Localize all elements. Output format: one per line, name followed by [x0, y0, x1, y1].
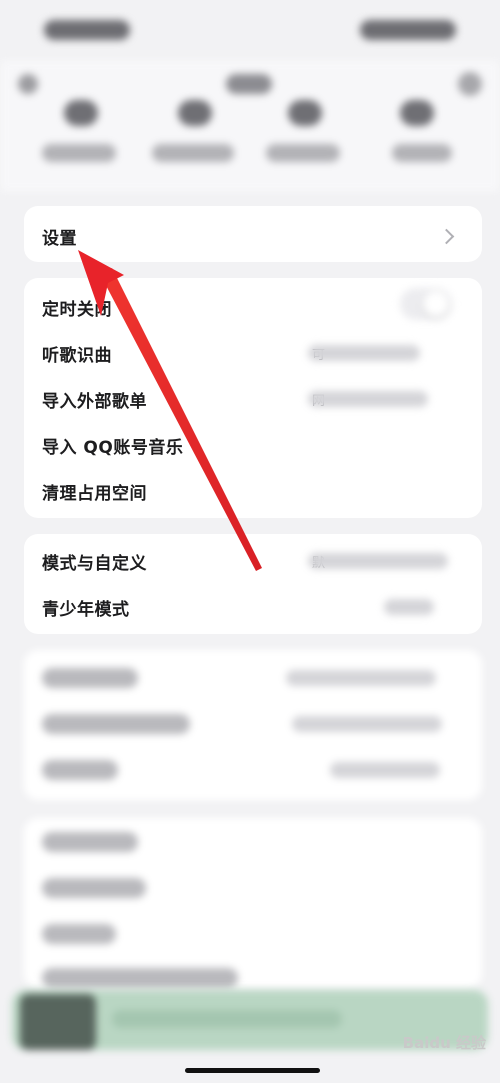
annotation-arrow	[78, 250, 262, 571]
arrow-shaft	[101, 268, 262, 571]
